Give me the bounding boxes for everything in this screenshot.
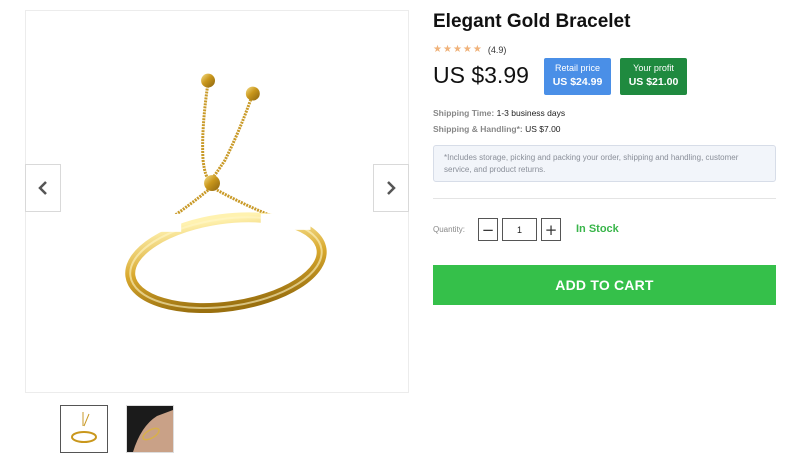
shipping-time-label: Shipping Time:: [433, 108, 495, 118]
previous-image-button[interactable]: [25, 164, 61, 212]
stock-status: In Stock: [576, 223, 619, 235]
thumbnail-product[interactable]: [60, 405, 108, 453]
next-image-button[interactable]: [373, 164, 409, 212]
star-icon: ★: [462, 44, 472, 55]
chevron-right-icon: [387, 181, 396, 195]
shipping-handling: Shipping & Handling*: US $7.00: [433, 124, 561, 134]
thumbnail-strip: [60, 405, 174, 453]
product-price: US $3.99: [433, 62, 529, 88]
product-gallery: [25, 10, 409, 393]
profit-label: Your profit: [633, 63, 674, 73]
star-icon: ★: [472, 44, 482, 55]
shipping-note: *Includes storage, picking and packing y…: [433, 145, 776, 182]
chevron-left-icon: [38, 181, 47, 195]
retail-price-value: US $24.99: [552, 76, 603, 88]
star-icon: ★: [433, 44, 442, 55]
shipping-handling-value: US $7.00: [525, 124, 561, 134]
product-title: Elegant Gold Bracelet: [433, 11, 631, 32]
rating-value: (4.9): [487, 45, 507, 55]
retail-price-label: Retail price: [554, 63, 601, 73]
product-rating: ★ ★ ★ ★ ★ (4.9): [433, 45, 507, 56]
bracelet-thumbnail-image: [71, 412, 97, 443]
star-icon: ★: [452, 44, 462, 55]
star-icon: ★: [442, 44, 452, 55]
product-image: [125, 73, 327, 314]
shipping-time-value: 1-3 business days: [496, 108, 566, 118]
shipping-time: Shipping Time: 1-3 business days: [433, 108, 565, 118]
retail-price-badge: Retail price US $24.99: [544, 58, 611, 95]
quantity-decrease-button[interactable]: −: [478, 218, 498, 241]
shipping-handling-label: Shipping & Handling*:: [433, 124, 523, 134]
divider: [433, 198, 776, 199]
profit-value: US $21.00: [628, 76, 679, 88]
quantity-input[interactable]: [502, 218, 537, 241]
thumbnail-worn[interactable]: [126, 405, 174, 453]
profit-badge: Your profit US $21.00: [620, 58, 687, 95]
quantity-label: Quantity:: [433, 225, 466, 234]
add-to-cart-button[interactable]: ADD TO CART: [433, 265, 776, 305]
quantity-increase-button[interactable]: +: [541, 218, 561, 241]
bracelet-on-wrist-image: [127, 406, 173, 452]
star-rating: ★ ★ ★ ★ ★: [433, 45, 482, 55]
